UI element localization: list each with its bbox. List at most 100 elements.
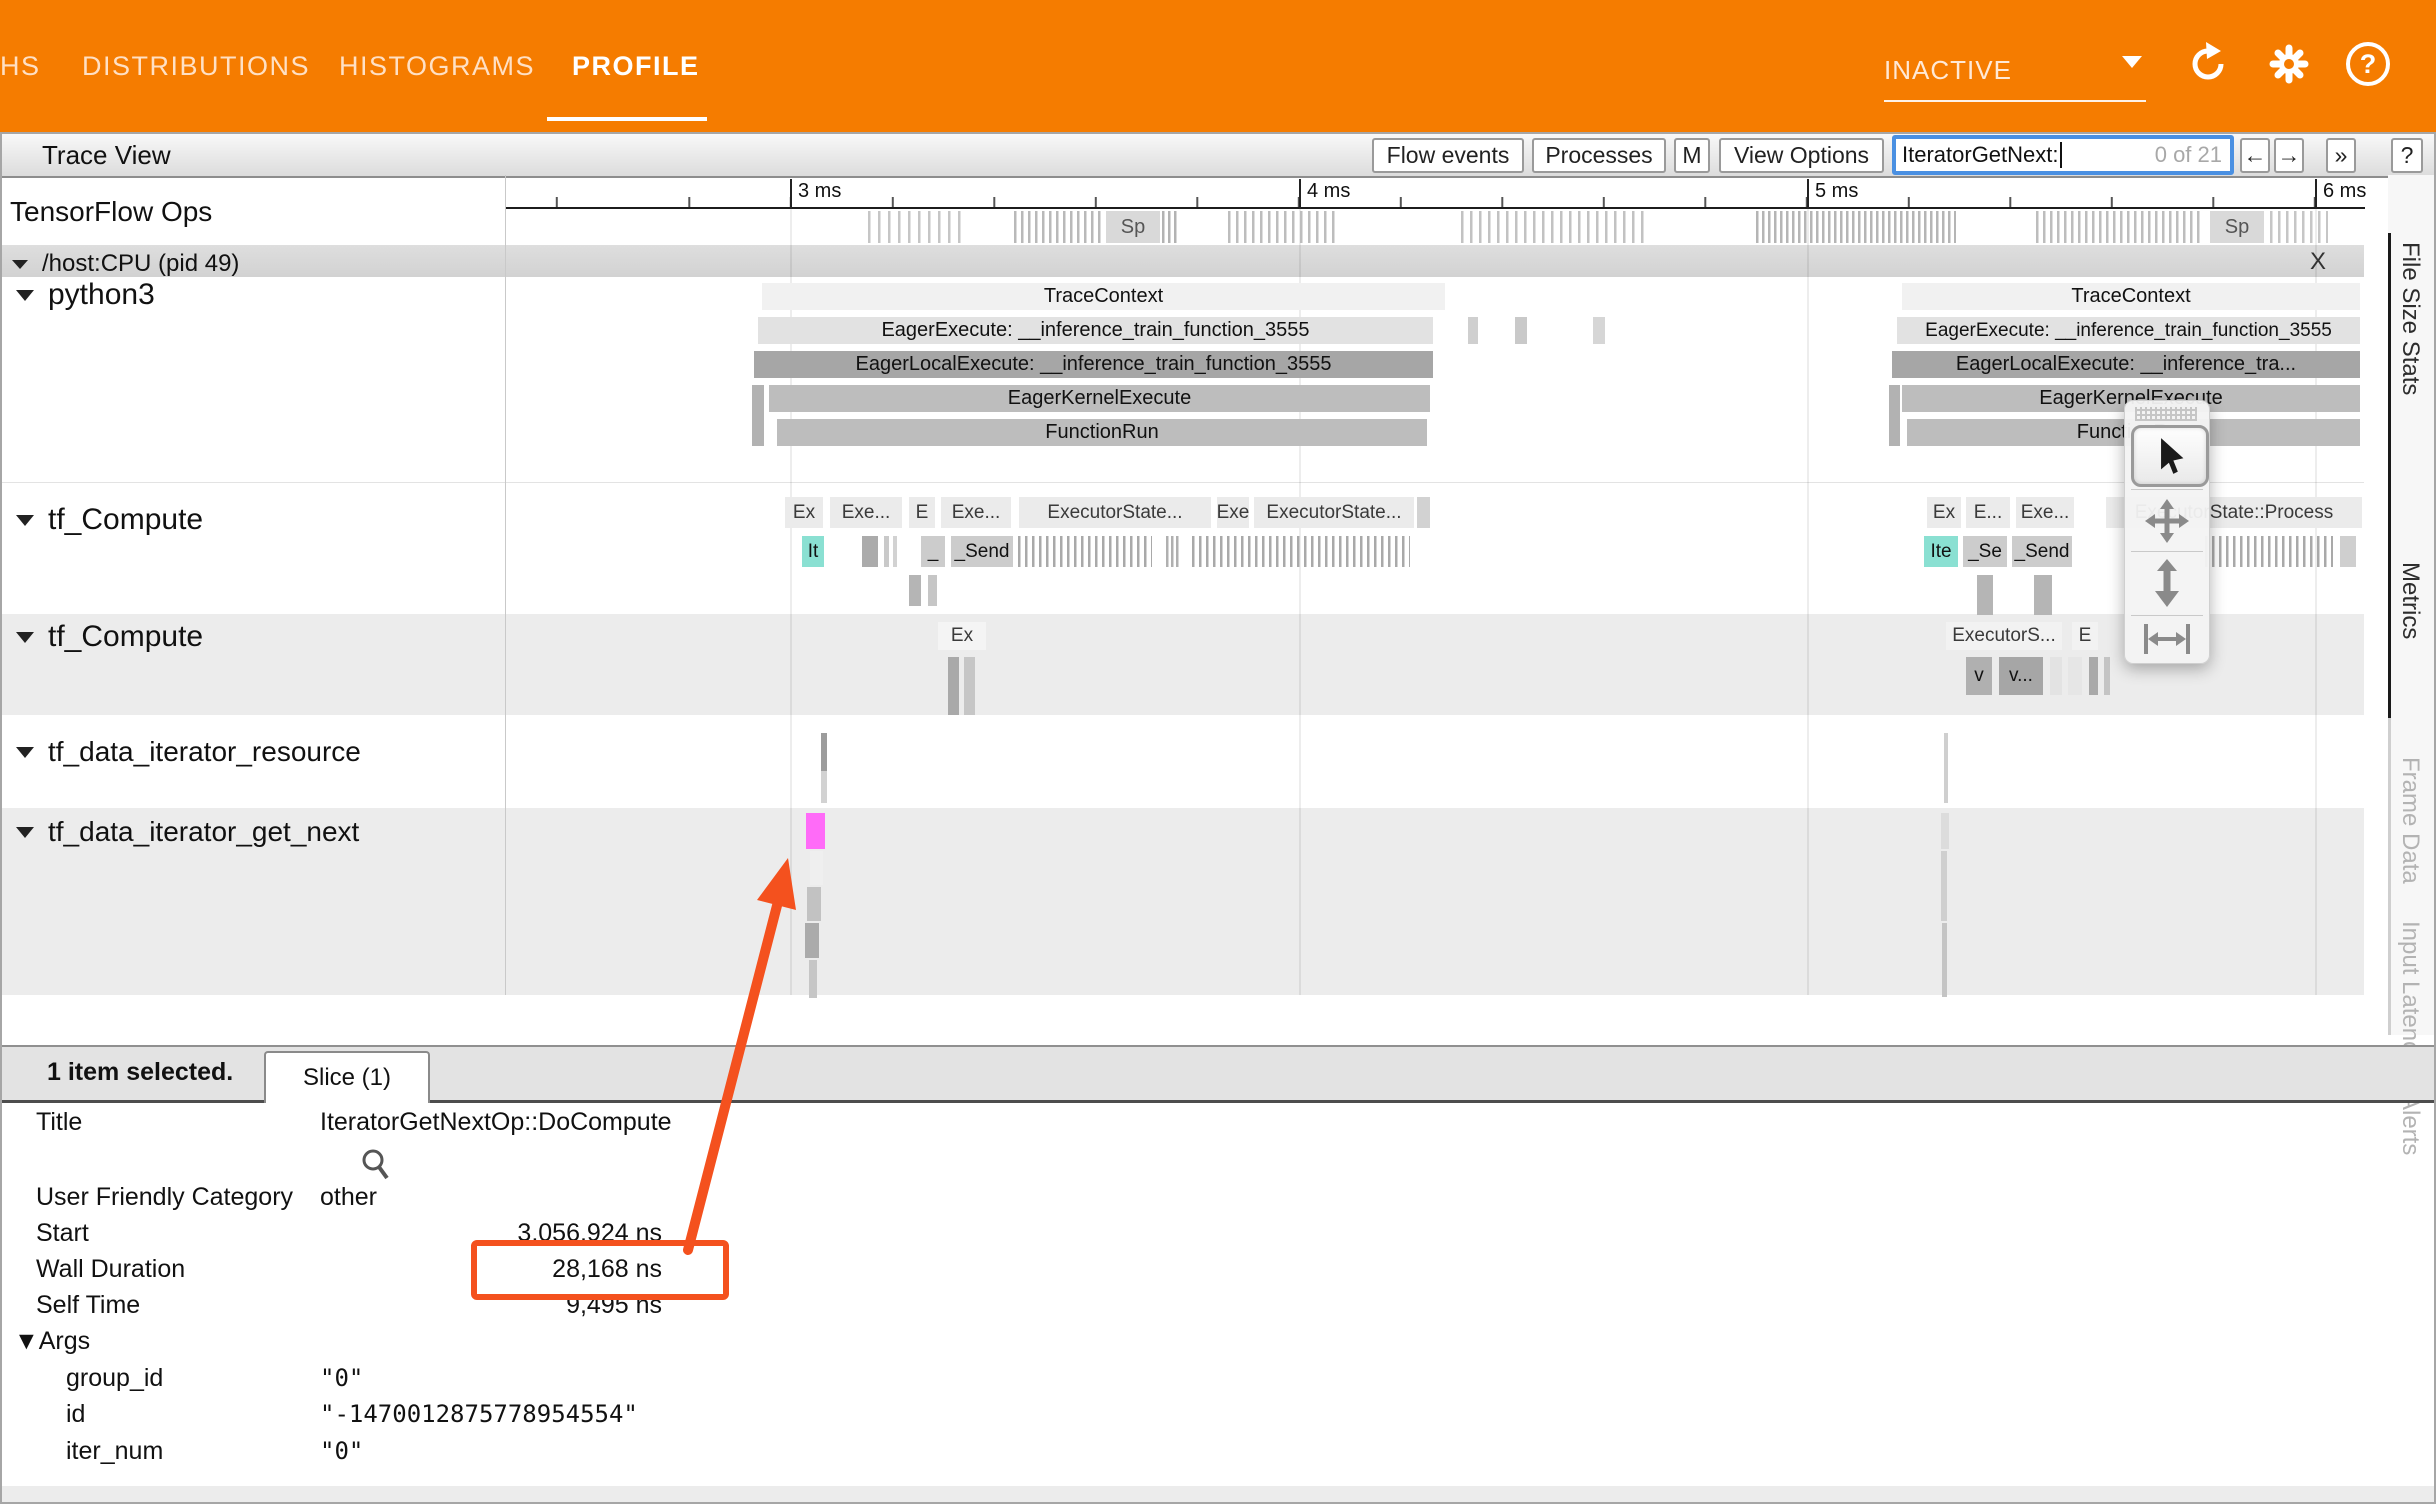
trace-span[interactable] [964, 657, 975, 715]
trace-span[interactable] [2089, 657, 2098, 695]
trace-span[interactable]: v [1966, 657, 1992, 695]
trace-span[interactable] [2034, 575, 2052, 615]
trace-span[interactable] [806, 813, 825, 849]
trace-span[interactable]: _Se [1963, 536, 2007, 567]
trace-span[interactable]: EagerExecute: __inference_train_function… [758, 317, 1433, 344]
track-label-iterator-resource[interactable]: tf_data_iterator_resource [16, 736, 361, 768]
trace-span[interactable]: E [2072, 622, 2098, 650]
trace-span[interactable] [1944, 733, 1948, 803]
tab-graphs-partial[interactable]: HS [0, 0, 41, 132]
trace-span[interactable]: EagerLocalExecute: __inference_tra... [1892, 351, 2360, 378]
gear-icon[interactable] [2267, 42, 2311, 86]
trace-span[interactable] [2340, 536, 2356, 567]
trace-span[interactable]: Exe... [2016, 497, 2074, 528]
trace-span[interactable] [809, 960, 817, 998]
trace-span[interactable]: v... [1999, 657, 2043, 695]
trace-span[interactable] [1889, 385, 1900, 446]
magnifier-icon[interactable] [360, 1148, 392, 1182]
trace-span[interactable] [1942, 923, 1947, 997]
trace-span[interactable]: E [909, 497, 935, 528]
trace-span[interactable]: TraceContext [1902, 283, 2360, 310]
trace-span[interactable] [1977, 575, 1993, 615]
sidebar-tab-frame-data[interactable]: Frame Data [2396, 757, 2424, 884]
trace-span[interactable] [2068, 657, 2082, 695]
view-options-button[interactable]: View Options [1719, 138, 1884, 173]
caret-down-icon[interactable]: ▼ [14, 1327, 39, 1355]
trace-search-input[interactable]: IteratorGetNext: 0 of 21 [1892, 135, 2234, 175]
trace-span[interactable] [928, 575, 937, 606]
trace-span[interactable] [805, 923, 819, 958]
collapse-caret-icon[interactable] [12, 260, 28, 269]
trace-span[interactable]: Ex [785, 497, 823, 528]
track-label-iterator-get-next[interactable]: tf_data_iterator_get_next [16, 816, 359, 848]
track-label-python3[interactable]: python3 [16, 278, 155, 312]
trace-span[interactable]: TraceContext [762, 283, 1445, 310]
collapse-caret-icon[interactable] [16, 632, 34, 643]
trace-span[interactable] [909, 575, 921, 606]
trace-span[interactable] [2104, 657, 2110, 695]
trace-span[interactable]: Ex [1927, 497, 1961, 528]
trace-span[interactable]: ExecutorState... [1019, 497, 1211, 528]
trace-span[interactable] [2050, 657, 2062, 695]
trace-span[interactable] [1941, 813, 1949, 849]
close-process-button[interactable]: X [2310, 248, 2326, 276]
process-header-label[interactable]: /host:CPU (pid 49) [12, 250, 239, 278]
vertical-zoom-tool-button[interactable] [2131, 555, 2203, 611]
trace-span[interactable] [893, 536, 897, 567]
process-header-row[interactable] [2, 245, 2364, 279]
trace-span[interactable]: ExecutorS... [1946, 622, 2062, 650]
trace-span[interactable]: It [802, 536, 824, 567]
trace-span[interactable] [1468, 317, 1478, 344]
refresh-icon[interactable] [2186, 42, 2230, 86]
cursor-tool-button[interactable] [2131, 425, 2209, 487]
trace-span[interactable] [948, 657, 959, 715]
tab-profile[interactable]: PROFILE [572, 0, 700, 132]
pan-tool-button[interactable] [2131, 493, 2203, 549]
trace-span[interactable] [1593, 317, 1605, 344]
args-toggle[interactable]: ▼Args [14, 1327, 90, 1356]
trace-span[interactable] [1941, 851, 1947, 921]
trace-span[interactable] [752, 385, 764, 446]
trace-span[interactable] [1515, 317, 1527, 344]
trace-span[interactable]: Ite [1924, 536, 1958, 567]
run-status-dropdown[interactable]: INACTIVE [1884, 40, 2146, 100]
collapse-caret-icon[interactable] [16, 515, 34, 526]
sidebar-tab-input-latency[interactable]: Input Latency [2396, 921, 2424, 1065]
trace-span[interactable]: _Send [951, 536, 1013, 567]
trace-span[interactable]: _ [921, 536, 945, 567]
palette-drag-handle[interactable] [2135, 407, 2197, 421]
trace-span[interactable] [821, 771, 827, 803]
sidebar-tab-file-size-stats[interactable]: File Size Stats [2396, 242, 2424, 395]
slice-tab[interactable]: Slice (1) [264, 1051, 430, 1103]
m-button[interactable]: M [1674, 138, 1710, 173]
trace-span[interactable] [1417, 497, 1430, 528]
trace-span[interactable]: EagerKernelExecute [769, 385, 1430, 412]
trace-span[interactable]: Ex [938, 622, 986, 650]
trace-span[interactable]: Exe... [830, 497, 902, 528]
trace-span[interactable]: FunctionRun [777, 419, 1427, 446]
more-button[interactable]: » [2326, 138, 2356, 173]
collapse-caret-icon[interactable] [16, 827, 34, 838]
trace-span[interactable]: Sp [1106, 211, 1160, 243]
trace-span[interactable]: Exe... [941, 497, 1011, 528]
help-button[interactable]: ? [2391, 138, 2423, 173]
collapse-caret-icon[interactable] [16, 747, 34, 758]
sidebar-tab-metrics[interactable]: Metrics [2396, 562, 2424, 639]
tab-distributions[interactable]: DISTRIBUTIONS [82, 0, 310, 132]
trace-span[interactable]: _Send [2012, 536, 2072, 567]
trace-span[interactable]: ExecutorState... [1254, 497, 1414, 528]
trace-span[interactable] [884, 536, 889, 567]
chevron-down-icon[interactable] [2122, 56, 2142, 68]
flow-events-button[interactable]: Flow events [1372, 138, 1524, 173]
trace-span[interactable] [807, 887, 821, 921]
tab-histograms[interactable]: HISTOGRAMS [339, 0, 535, 132]
trace-span[interactable]: E... [1966, 497, 2010, 528]
track-label-tf-compute-1[interactable]: tf_Compute [16, 503, 203, 537]
trace-span[interactable]: EagerExecute: __inference_train_function… [1897, 317, 2360, 344]
trace-span[interactable] [821, 733, 827, 771]
processes-button[interactable]: Processes [1532, 138, 1666, 173]
sidebar-tab-alerts[interactable]: Alerts [2396, 1094, 2424, 1155]
prev-match-button[interactable]: ← [2240, 138, 2270, 173]
collapse-caret-icon[interactable] [16, 290, 34, 301]
trace-span[interactable]: Sp [2210, 211, 2264, 243]
